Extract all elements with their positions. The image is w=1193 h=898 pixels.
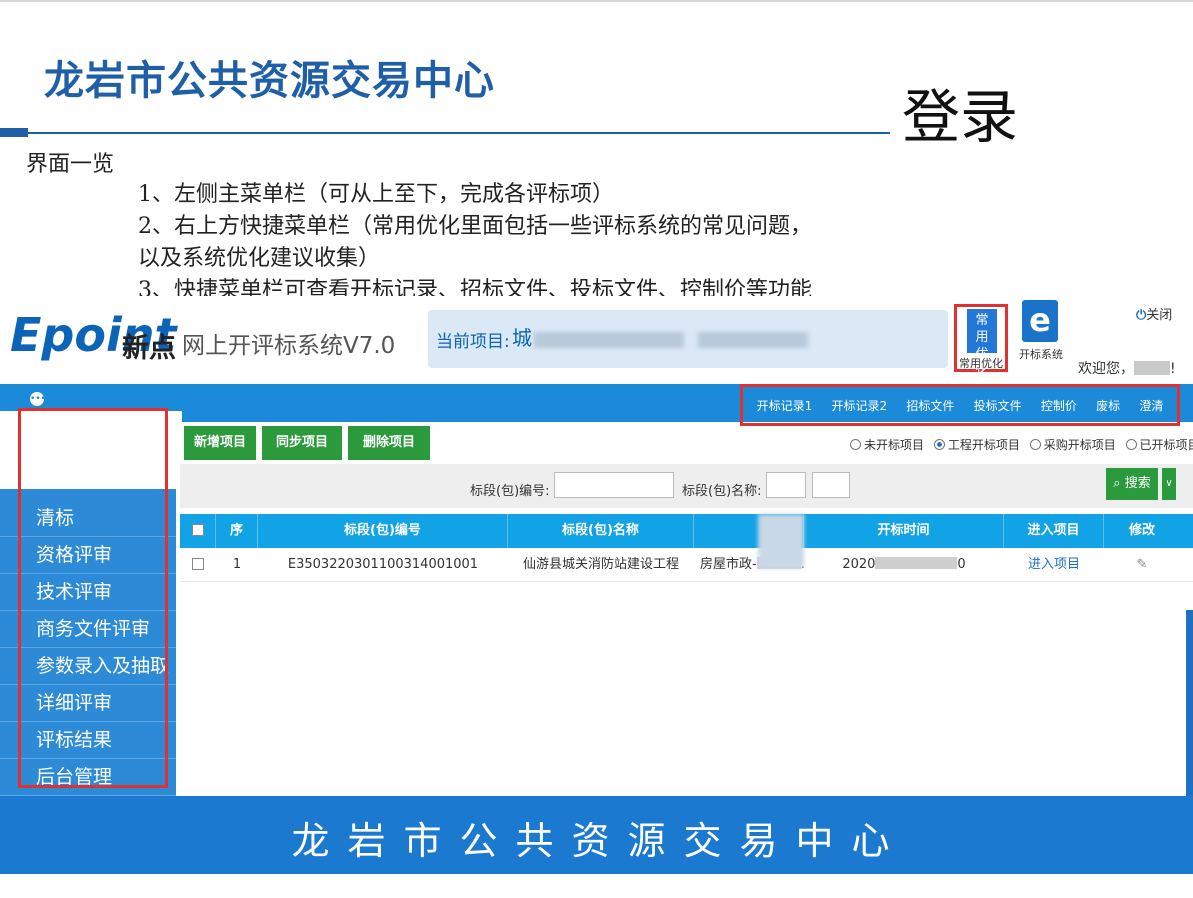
- row-select-cell: [180, 548, 216, 582]
- sync-project-button[interactable]: 同步项目: [262, 426, 342, 460]
- radio-opened-label: 已开标项目: [1139, 438, 1193, 452]
- quick-optimize-label: 常用优化: [959, 357, 1003, 370]
- row-open-time-tail: 0: [957, 557, 966, 572]
- radio-engineering-label: 工程开标项目: [947, 438, 1020, 452]
- title-accent: [0, 128, 28, 137]
- app-screenshot: Epoint 新点 网上开评标系统V7.0 当前项目: 城 常 用 优 化 常用…: [0, 296, 1193, 796]
- power-icon: ⏻: [1136, 308, 1147, 323]
- enter-project-link[interactable]: 进入项目: [1004, 548, 1104, 582]
- radio-opened[interactable]: [1125, 439, 1137, 450]
- edit-button[interactable]: ✎: [1104, 548, 1180, 582]
- pencil-icon: ✎: [1136, 557, 1148, 572]
- section-code-input[interactable]: [554, 472, 674, 498]
- chat-icon[interactable]: •••: [30, 392, 46, 406]
- project-table: 序 标段(包)编号 标段(包)名称 开标时间 进入项目 修改 1 E350322…: [180, 514, 1193, 582]
- search-row: 标段(包)编号: 标段(包)名称: ⌕ 搜索 ∨: [180, 464, 1193, 508]
- slide-title: 龙岩市公共资源交易中心: [44, 58, 495, 104]
- select-all-cell: [180, 514, 216, 548]
- quick-item-clarification[interactable]: 澄清: [1139, 397, 1163, 414]
- search-dropdown-toggle[interactable]: ∨: [1162, 468, 1176, 500]
- quick-item-control-price[interactable]: 控制价: [1041, 397, 1077, 414]
- search-button[interactable]: ⌕ 搜索: [1106, 468, 1158, 500]
- current-project-box: 当前项目: 城: [428, 310, 948, 368]
- welcome-text: 欢迎您，!: [1078, 358, 1176, 378]
- radio-unopened-label: 未开标项目: [864, 438, 925, 452]
- section-name-input[interactable]: [766, 472, 806, 498]
- redacted-project-name: [534, 332, 684, 348]
- section-name-label: 标段(包)名称:: [682, 484, 762, 499]
- project-toolbar: 新增项目 同步项目 删除项目 未开标项目 工程开标项目 采购开标项目 已开标项目: [180, 426, 1193, 462]
- header-section-code: 标段(包)编号: [258, 514, 508, 548]
- redacted-project-name-2: [698, 332, 808, 348]
- current-project-value: 城: [512, 326, 532, 350]
- project-filter-radios: 未开标项目 工程开标项目 采购开标项目 已开标项目: [844, 436, 1193, 453]
- close-button[interactable]: ⏻关闭: [1136, 304, 1172, 323]
- quick-optimize-button[interactable]: 常 用 优 化 常用优化: [954, 304, 1008, 379]
- welcome-label: 欢迎您，: [1078, 361, 1134, 377]
- sidebar-highlight: [18, 408, 168, 788]
- bullet-1: 1、左侧主菜单栏（可从上至下，完成各评标项）: [138, 182, 614, 207]
- section-name-input-extra[interactable]: [812, 472, 850, 498]
- row-index: 1: [232, 557, 242, 572]
- footer-title: 龙岩市公共资源交易中心: [291, 819, 908, 863]
- title-divider: [28, 132, 890, 134]
- search-button-label: 搜索: [1124, 476, 1151, 491]
- right-edge-accent: [1186, 610, 1193, 796]
- quick-item-bid-opening-record-2[interactable]: 开标记录2: [831, 397, 887, 414]
- quick-item-bid-document[interactable]: 投标文件: [974, 397, 1022, 414]
- quick-item-bid-opening-record-1[interactable]: 开标记录1: [757, 397, 813, 414]
- top-edge-line: [0, 0, 1193, 2]
- section-title: 登录: [902, 83, 1019, 151]
- quick-item-invalid-bid[interactable]: 废标: [1096, 397, 1120, 414]
- row-open-time: 2020 0: [804, 548, 1004, 582]
- open-system-icon: e: [1022, 300, 1058, 342]
- header-enter-project: 进入项目: [1004, 514, 1104, 548]
- bullet-2-continued: 以及系统优化建议收集）: [138, 246, 381, 271]
- radio-unopened[interactable]: [850, 439, 861, 450]
- logo-cn: 新点: [122, 333, 176, 364]
- section-code-label: 标段(包)编号:: [470, 484, 550, 499]
- redacted-user-name: [1134, 361, 1170, 375]
- header-index: 序: [216, 514, 258, 548]
- header-edit: 修改: [1128, 523, 1155, 538]
- radio-procurement-label: 采购开标项目: [1043, 438, 1116, 452]
- bullet-2: 2、右上方快捷菜单栏（常用优化里面包括一些评标系统的常见问题，: [138, 214, 812, 239]
- redacted-time: [875, 557, 958, 569]
- radio-engineering[interactable]: [933, 439, 945, 450]
- table-row: 1 E3503220301100314001001 仙游县城关消防站建设工程 房…: [180, 548, 1193, 582]
- table-header: 序 标段(包)编号 标段(包)名称 开标时间 进入项目 修改: [180, 514, 1193, 548]
- current-project-label: 当前项目:: [436, 332, 510, 352]
- app-header: Epoint 新点 网上开评标系统V7.0 当前项目: 城 常 用 优 化 常用…: [0, 296, 1193, 384]
- row-type-text: 房屋市政-: [700, 557, 757, 572]
- quick-item-tender-document[interactable]: 招标文件: [906, 397, 954, 414]
- open-system-button[interactable]: e 开标系统: [1018, 300, 1064, 362]
- welcome-tail: !: [1170, 361, 1176, 377]
- row-open-time-text: 2020: [842, 557, 876, 572]
- row-checkbox[interactable]: [192, 558, 204, 570]
- search-icon: ⌕: [1113, 476, 1121, 491]
- overview-heading: 界面一览: [26, 152, 115, 177]
- quick-optimize-icon: 常 用 优 化: [967, 309, 997, 379]
- quick-menu-highlight: 开标记录1 开标记录2 招标文件 投标文件 控制价 废标 澄清: [740, 384, 1180, 426]
- header-open-time: 开标时间: [804, 514, 1004, 548]
- delete-project-button[interactable]: 删除项目: [348, 426, 430, 460]
- footer-band: 龙岩市公共资源交易中心: [0, 796, 1193, 874]
- header-section-name: 标段(包)名称: [508, 514, 694, 548]
- add-project-button[interactable]: 新增项目: [184, 426, 256, 460]
- row-section-code: E3503220301100314001001: [287, 557, 479, 572]
- radio-procurement[interactable]: [1029, 439, 1041, 450]
- close-label: 关闭: [1146, 308, 1173, 323]
- row-section-name: 仙游县城关消防站建设工程: [522, 557, 679, 572]
- open-system-label: 开标系统: [1019, 348, 1063, 361]
- select-all-checkbox[interactable]: [191, 524, 204, 536]
- redacted-column-header: [758, 514, 804, 568]
- system-name: 网上开评标系统V7.0: [182, 333, 396, 359]
